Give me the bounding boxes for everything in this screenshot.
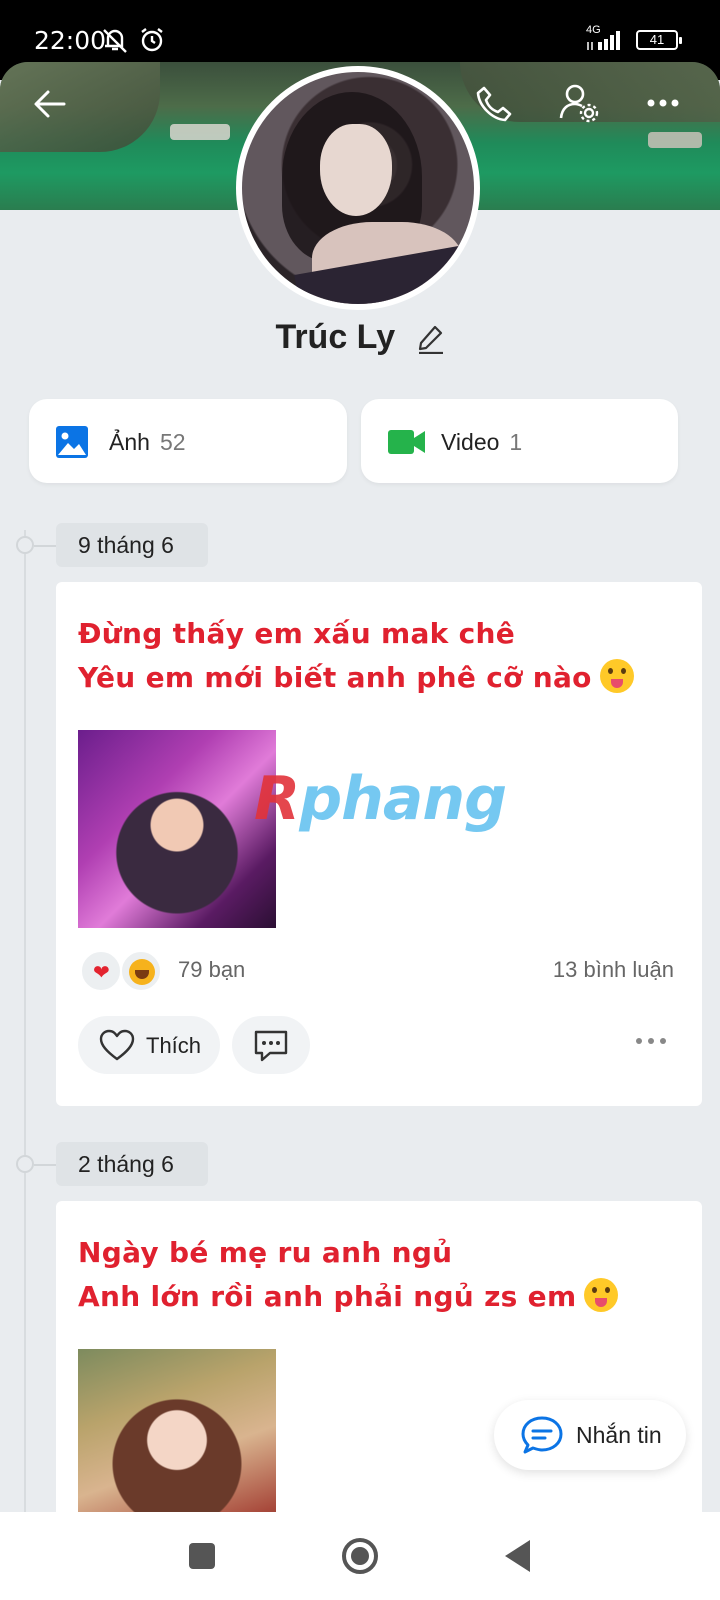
- mute-icon: [103, 29, 127, 53]
- post-text-line: Ngày bé mẹ ru anh ngủ: [78, 1236, 453, 1269]
- post-text-line: Đừng thấy em xấu mak chê: [78, 617, 516, 650]
- user-settings-icon[interactable]: [558, 82, 600, 124]
- system-nav-bar: [0, 1512, 720, 1600]
- comment-button[interactable]: [232, 1016, 310, 1074]
- alarm-icon: [141, 28, 163, 52]
- recent-apps-icon[interactable]: [188, 1542, 216, 1570]
- post-more-icon[interactable]: [634, 1036, 668, 1046]
- tongue-emoji-icon: [599, 659, 634, 693]
- photos-card[interactable]: Ảnh 52: [29, 399, 347, 483]
- signal-icon: [587, 31, 620, 50]
- timeline-dot: [16, 536, 34, 554]
- videos-card[interactable]: Video 1: [361, 399, 678, 483]
- image-icon: [56, 426, 88, 458]
- post-card[interactable]: Ngày bé mẹ ru anh ngủ Anh lớn rồi anh ph…: [56, 1201, 702, 1547]
- post-card[interactable]: Đừng thấy em xấu mak chê Yêu em mới biết…: [56, 582, 702, 1106]
- post-date: 2 tháng 6: [56, 1142, 208, 1186]
- message-button[interactable]: Nhắn tin: [494, 1400, 686, 1470]
- post-text-line: Anh lớn rồi anh phải ngủ zs em: [78, 1280, 577, 1313]
- photos-label: Ảnh 52: [109, 429, 186, 455]
- watermark: Rphang: [254, 764, 507, 834]
- battery-indicator: 41: [636, 30, 682, 50]
- comment-count[interactable]: 13 bình luận: [553, 957, 674, 983]
- photos-count: 52: [159, 429, 186, 455]
- videos-label: Video 1: [441, 429, 523, 455]
- profile-name-text: Trúc Ly: [275, 318, 396, 356]
- tongue-emoji-icon: [584, 1278, 619, 1312]
- timeline-dot: [16, 1155, 34, 1173]
- edit-pencil-icon[interactable]: [417, 324, 445, 355]
- more-options-icon[interactable]: [646, 98, 680, 108]
- post-text: Ngày bé mẹ ru anh ngủ Anh lớn rồi anh ph…: [78, 1231, 619, 1319]
- heart-reaction-icon: ❤: [80, 950, 122, 992]
- heart-outline-icon: [99, 1029, 135, 1061]
- back-arrow-icon[interactable]: [32, 86, 68, 122]
- message-bubble-icon: [521, 1416, 563, 1454]
- video-camera-icon: [388, 430, 425, 454]
- timeline-connector: [34, 1164, 56, 1166]
- post-photo[interactable]: [78, 730, 276, 928]
- profile-avatar[interactable]: [236, 66, 480, 310]
- battery-level: 41: [649, 32, 665, 47]
- haha-reaction-icon: [120, 950, 162, 992]
- phone-icon[interactable]: [474, 84, 514, 124]
- comment-icon: [254, 1030, 288, 1062]
- videos-count: 1: [509, 429, 523, 455]
- like-label: Thích: [146, 1033, 202, 1058]
- post-text-line: Yêu em mới biết anh phê cỡ nào: [78, 661, 592, 694]
- like-button[interactable]: Thích: [78, 1016, 220, 1074]
- post-date: 9 tháng 6: [56, 523, 208, 567]
- timeline-line: [24, 530, 26, 1600]
- post-text: Đừng thấy em xấu mak chê Yêu em mới biết…: [78, 612, 634, 700]
- reaction-count[interactable]: 79 bạn: [178, 957, 245, 983]
- timeline-connector: [34, 545, 56, 547]
- home-icon[interactable]: [340, 1536, 380, 1576]
- profile-name: Trúc Ly: [0, 318, 720, 357]
- message-label: Nhắn tin: [576, 1422, 662, 1448]
- status-time: 22:00: [34, 26, 107, 55]
- back-nav-icon[interactable]: [502, 1538, 532, 1574]
